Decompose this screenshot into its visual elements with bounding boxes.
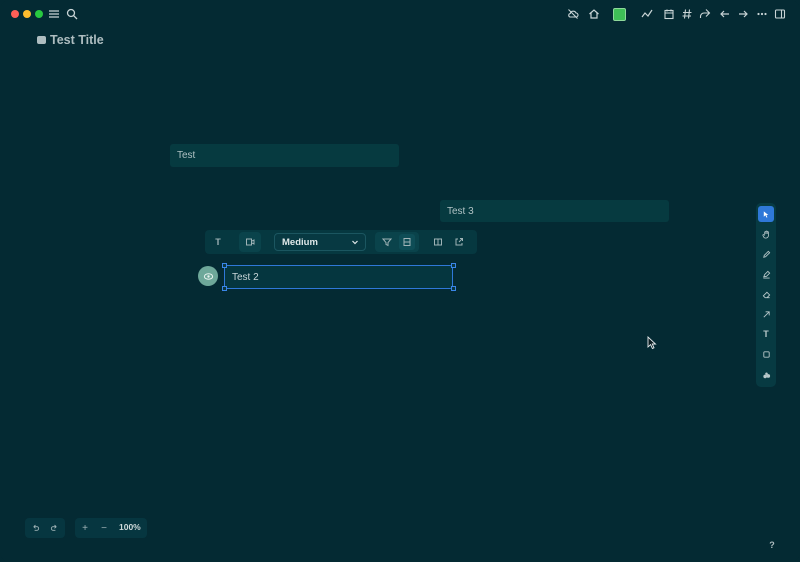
card-icon[interactable] <box>242 234 258 250</box>
maximize-window-button[interactable] <box>35 10 43 18</box>
forward-icon[interactable] <box>735 6 751 22</box>
tool-palette: T <box>756 203 776 387</box>
sidebar-toggle-icon[interactable] <box>772 6 788 22</box>
card-group <box>239 232 261 252</box>
resize-handle[interactable] <box>222 263 227 268</box>
text-format-icon[interactable]: T <box>210 234 226 250</box>
text-format-label: T <box>215 237 221 247</box>
menu-icon[interactable] <box>46 6 62 22</box>
resize-handle[interactable] <box>222 286 227 291</box>
title-bar <box>0 0 800 28</box>
page-title-text: Test Title <box>50 33 104 47</box>
note-label: Test 2 <box>232 271 259 283</box>
shape-tool-icon[interactable] <box>758 346 774 362</box>
eye-icon <box>203 272 213 280</box>
avatar[interactable] <box>198 266 218 286</box>
highlighter-tool-icon[interactable] <box>758 266 774 282</box>
help-button[interactable]: ? <box>764 537 780 553</box>
filter-icon[interactable] <box>379 234 395 250</box>
note-label: Test <box>177 150 196 161</box>
back-icon[interactable] <box>717 6 733 22</box>
hand-tool-icon[interactable] <box>758 226 774 242</box>
color-swatch-icon[interactable] <box>611 6 627 22</box>
canvas-note[interactable]: Test 3 <box>440 200 669 222</box>
canvas-note[interactable]: Test <box>170 144 399 167</box>
more-icon[interactable] <box>754 6 770 22</box>
history-controls <box>25 518 65 538</box>
size-select[interactable]: Medium <box>274 233 366 251</box>
home-icon[interactable] <box>586 6 602 22</box>
grid-icon[interactable] <box>399 234 415 250</box>
zoom-controls: + − 100% <box>75 518 147 538</box>
block-toolbar: T Medium <box>205 230 477 254</box>
redo-icon[interactable] <box>47 521 61 535</box>
close-window-button[interactable] <box>11 10 19 18</box>
search-icon[interactable] <box>64 6 80 22</box>
zoom-in-button[interactable]: + <box>78 521 92 535</box>
open-external-icon[interactable] <box>451 234 467 250</box>
select-tool-icon[interactable] <box>758 206 774 222</box>
zoom-in-label: + <box>82 522 88 534</box>
split-icon[interactable] <box>430 234 446 250</box>
arrow-tool-icon[interactable] <box>758 306 774 322</box>
page-title[interactable]: Test Title <box>37 33 104 47</box>
layout-group <box>375 232 419 252</box>
chevron-down-icon <box>352 240 358 245</box>
more-tools-icon[interactable] <box>758 367 774 383</box>
zoom-level[interactable]: 100% <box>119 522 141 532</box>
zoom-out-button[interactable]: − <box>97 521 111 535</box>
text-tool-label: T <box>763 329 769 339</box>
resize-handle[interactable] <box>451 263 456 268</box>
note-label: Test 3 <box>447 205 474 217</box>
share-icon[interactable] <box>697 6 713 22</box>
minimize-window-button[interactable] <box>23 10 31 18</box>
calendar-icon[interactable] <box>661 6 677 22</box>
undo-icon[interactable] <box>28 521 42 535</box>
canvas-note-selected[interactable]: Test 2 <box>224 265 453 289</box>
resize-handle[interactable] <box>451 286 456 291</box>
eraser-tool-icon[interactable] <box>758 286 774 302</box>
page-icon <box>37 36 46 44</box>
zoom-out-label: − <box>101 522 107 534</box>
text-tool-icon[interactable]: T <box>758 326 774 342</box>
mouse-cursor-icon <box>647 336 657 350</box>
size-select-value: Medium <box>282 236 318 248</box>
pen-tool-icon[interactable] <box>758 246 774 262</box>
hash-icon[interactable] <box>679 6 695 22</box>
help-label: ? <box>769 540 775 550</box>
graph-icon[interactable] <box>639 6 655 22</box>
cloud-off-icon[interactable] <box>565 6 581 22</box>
app-window: Test Title Test Test 3 T Medium Test 2 T… <box>0 0 800 562</box>
